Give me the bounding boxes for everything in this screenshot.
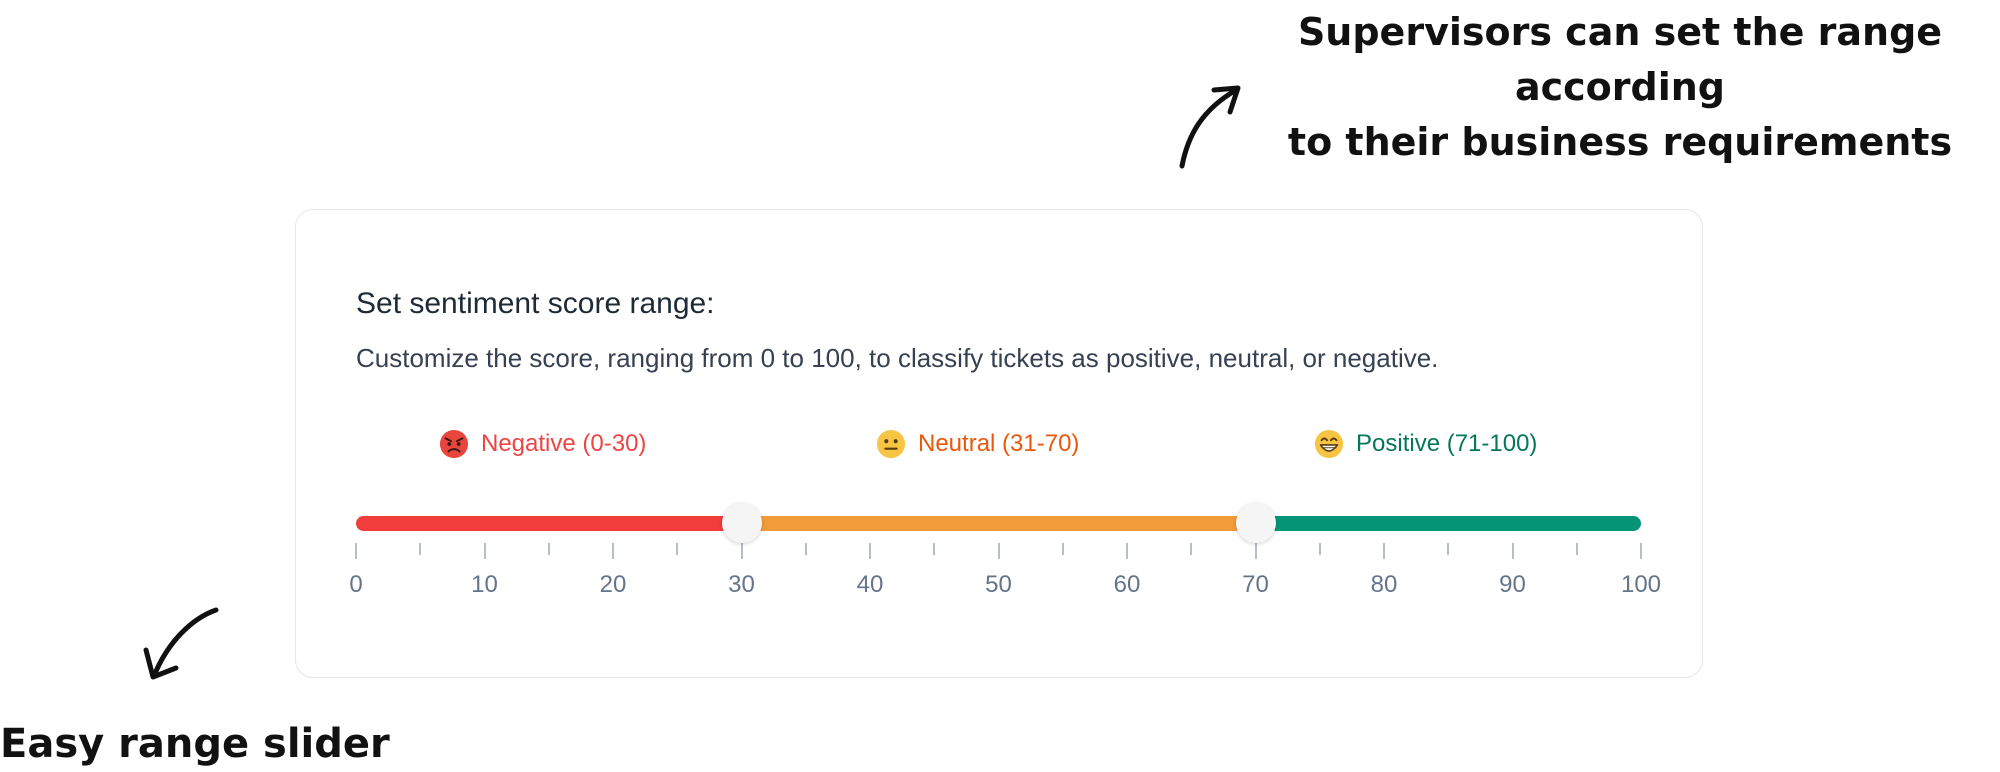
card-description: Customize the score, ranging from 0 to 1… [356,343,1439,373]
tick-mark [1126,543,1128,559]
annotation-top: Supervisors can set the range according … [1230,5,2000,170]
grinning-face-icon [1314,429,1344,459]
annotation-top-line-2: to their business requirements [1287,120,1953,164]
track-positive[interactable] [1255,516,1641,531]
tick-mark [869,543,871,559]
sentiment-range-card: Set sentiment score range: Customize the… [295,209,1703,678]
legend-positive: Positive (71-100) [1314,429,1537,459]
legend-neutral: Neutral (31-70) [876,429,1079,459]
curved-arrow-up-icon [1179,85,1241,169]
angry-face-icon [439,429,469,459]
tick-label: 70 [1242,571,1269,598]
tick-label: 100 [1620,571,1662,598]
tick-mark [483,543,486,559]
slider-thumb-upper[interactable] [1235,503,1276,543]
tick-mark [547,543,550,555]
tick-mark [1318,543,1321,555]
track-neutral[interactable] [741,516,1256,531]
curved-arrow-down-icon [143,607,219,680]
tick-label: 80 [1370,571,1398,598]
tick-label: 0 [349,571,363,598]
tick-mark [419,543,422,555]
legend-positive-label: Positive (71-100) [1356,430,1538,457]
tick-mark [1447,543,1450,555]
tick-label: 10 [471,571,498,598]
tick-mark [740,543,743,559]
annotation-bottom: Easy range slider [0,721,390,767]
tick-mark [804,543,807,555]
tick-mark [355,543,357,559]
tick-mark [1640,543,1642,559]
legend-negative: Negative (0-30) [439,429,646,459]
tick-mark [612,543,614,559]
tick-label: 60 [1113,571,1141,598]
annotation-top-line-1: Supervisors can set the range according [1297,10,1943,109]
tick-mark [1383,543,1385,559]
slider-thumb-lower[interactable] [721,503,762,543]
legend-neutral-label: Neutral (31-70) [918,430,1080,457]
tick-mark [1190,543,1193,555]
card-title: Set sentiment score range: [356,287,715,320]
tick-label: 40 [856,571,884,598]
tick-label: 50 [985,571,1012,598]
tick-mark [997,543,1000,559]
tick-label: 90 [1499,571,1526,598]
tick-mark [676,543,679,555]
tick-mark [1511,543,1514,559]
tick-mark [1575,543,1578,555]
tick-mark [1254,543,1257,559]
legend-negative-label: Negative (0-30) [481,430,647,457]
tick-mark [1061,543,1064,555]
tick-mark [933,543,936,555]
track-negative[interactable] [356,516,742,531]
tick-label: 20 [599,571,627,598]
sentiment-range-slider[interactable]: 0 10 20 30 40 50 60 70 80 90 100 [349,503,1661,636]
neutral-face-icon [876,429,906,459]
tick-label: 30 [728,571,755,598]
